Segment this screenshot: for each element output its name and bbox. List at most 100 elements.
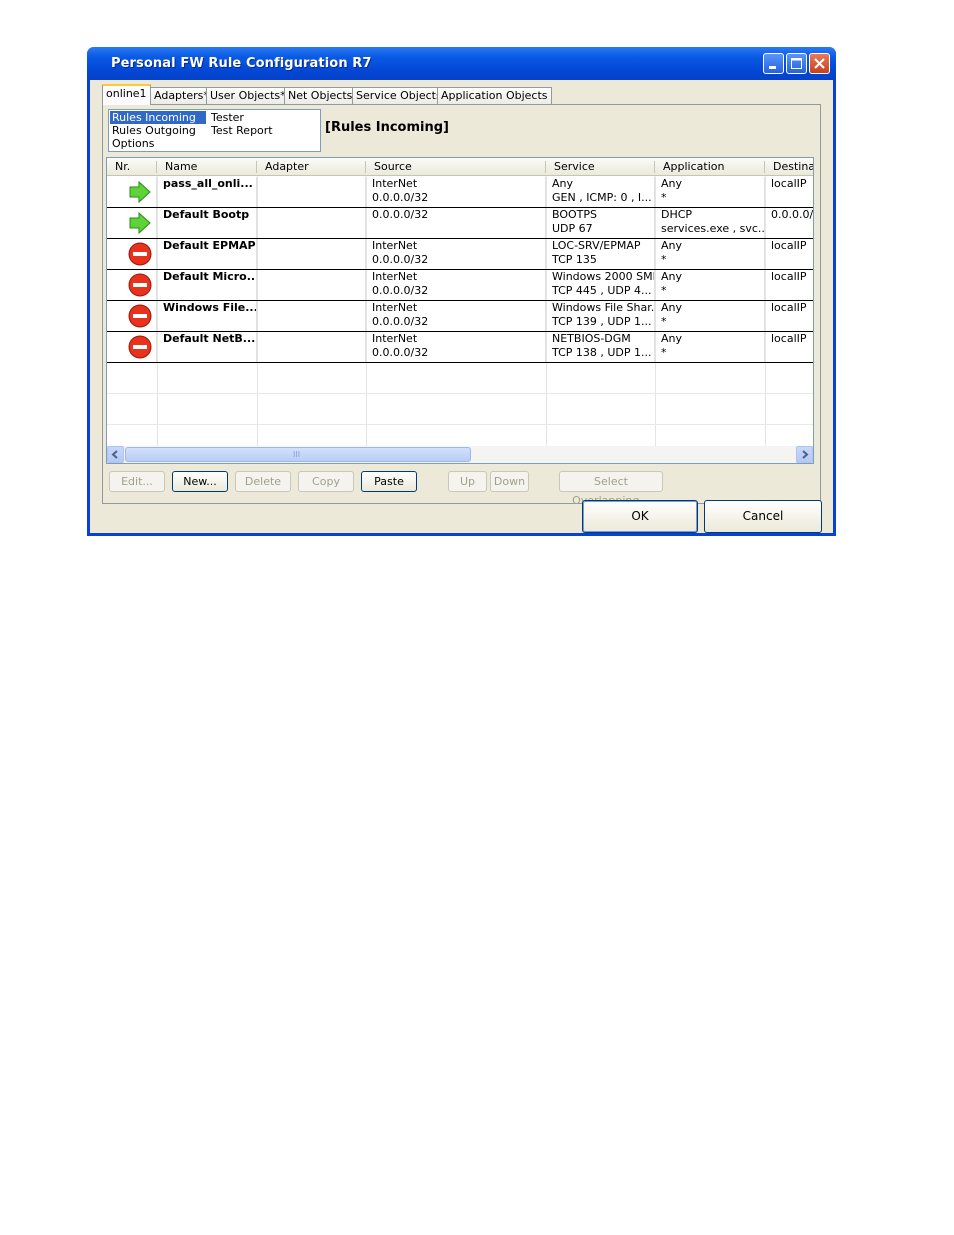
- application-cell: Any *: [655, 301, 765, 331]
- service-cell: Windows File Shar... TCP 139 , UDP 1...: [546, 301, 655, 331]
- destination-cell: localIP: [765, 239, 813, 269]
- name-cell: pass_all_onli...: [157, 177, 257, 207]
- service-cell: Any GEN , ICMP: 0 , I...: [546, 177, 655, 207]
- table-row[interactable]: Default Micro... InterNet 0.0.0.0/32 Wind…: [107, 270, 813, 301]
- tab-application-objects[interactable]: Application Objects: [437, 87, 552, 104]
- service-cell: LOC-SRV/EPMAP TCP 135: [546, 239, 655, 269]
- application-cell: Any *: [655, 177, 765, 207]
- table-row[interactable]: Windows File... InterNet 0.0.0.0/32 Windo…: [107, 301, 813, 332]
- allow-arrow-icon: [129, 180, 151, 204]
- col-header-service[interactable]: Service: [546, 158, 655, 176]
- chevron-right-icon: [802, 450, 809, 459]
- tab-service-objects[interactable]: Service Objects: [352, 87, 446, 104]
- table-row[interactable]: pass_all_onli... InterNet 0.0.0.0/32 Any G…: [107, 177, 813, 208]
- tab-user-objects[interactable]: User Objects*: [206, 87, 290, 104]
- title-bar[interactable]: Personal FW Rule Configuration R7: [87, 47, 836, 80]
- scroll-left-button[interactable]: [107, 446, 124, 463]
- block-icon: [128, 304, 152, 328]
- destination-cell: 0.0.0.0/3: [765, 208, 813, 238]
- copy-button[interactable]: Copy: [298, 471, 354, 492]
- view-rules-outgoing[interactable]: Rules Outgoing: [110, 124, 198, 137]
- table-row[interactable]: Default NetB... InterNet 0.0.0.0/32 NETBI…: [107, 332, 813, 363]
- application-cell: Any *: [655, 270, 765, 300]
- name-cell: Default Bootp: [157, 208, 257, 238]
- empty-row: [107, 394, 813, 425]
- source-cell: InterNet 0.0.0.0/32: [366, 239, 546, 269]
- allow-arrow-icon: [129, 211, 151, 235]
- minimize-icon: [769, 66, 776, 69]
- rules-grid[interactable]: Nr. Name Adapter Source Service Applicat…: [106, 157, 814, 464]
- ok-button[interactable]: OK: [582, 500, 698, 533]
- new-button[interactable]: New...: [172, 471, 228, 492]
- adapter-cell: [257, 208, 366, 238]
- source-cell: InterNet 0.0.0.0/32: [366, 301, 546, 331]
- destination-cell: localIP: [765, 270, 813, 300]
- view-title: [Rules Incoming]: [325, 120, 449, 135]
- nr-cell: [107, 301, 157, 331]
- down-button[interactable]: Down: [490, 471, 529, 492]
- source-cell: InterNet 0.0.0.0/32: [366, 177, 546, 207]
- block-icon: [128, 242, 152, 266]
- scroll-thumb[interactable]: III: [125, 447, 471, 462]
- cancel-button[interactable]: Cancel: [704, 500, 822, 533]
- service-cell: BOOTPS UDP 67: [546, 208, 655, 238]
- col-header-nr[interactable]: Nr.: [107, 158, 157, 176]
- source-cell: 0.0.0.0/32: [366, 208, 546, 238]
- adapter-cell: [257, 239, 366, 269]
- adapter-cell: [257, 177, 366, 207]
- col-header-destination[interactable]: Destinat: [765, 158, 813, 176]
- minimize-button[interactable]: [763, 53, 784, 74]
- view-rules-incoming[interactable]: Rules Incoming: [110, 111, 206, 124]
- table-row[interactable]: Default Bootp 0.0.0.0/32 BOOTPS UDP 67 DH…: [107, 208, 813, 239]
- view-list[interactable]: Rules Incoming Rules Outgoing Options Te…: [108, 109, 321, 152]
- dialog-client: online1 Adapters* User Objects* Net Obje…: [90, 80, 833, 533]
- col-header-application[interactable]: Application: [655, 158, 765, 176]
- col-header-adapter[interactable]: Adapter: [257, 158, 366, 176]
- maximize-button[interactable]: [786, 53, 807, 74]
- nr-cell: [107, 208, 157, 238]
- view-tester[interactable]: Tester: [209, 111, 246, 124]
- name-cell: Default NetB...: [157, 332, 257, 362]
- scroll-grip: III: [293, 450, 301, 459]
- chevron-left-icon: [111, 450, 118, 459]
- name-cell: Windows File...: [157, 301, 257, 331]
- tab-net-objects[interactable]: Net Objects: [284, 87, 357, 104]
- adapter-cell: [257, 301, 366, 331]
- close-button[interactable]: [809, 53, 830, 74]
- nr-cell: [107, 239, 157, 269]
- application-cell: Any *: [655, 239, 765, 269]
- destination-cell: localIP: [765, 332, 813, 362]
- adapter-cell: [257, 332, 366, 362]
- destination-cell: localIP: [765, 301, 813, 331]
- tab-panel: Rules Incoming Rules Outgoing Options Te…: [102, 104, 821, 507]
- source-cell: InterNet 0.0.0.0/32: [366, 270, 546, 300]
- paste-button[interactable]: Paste: [361, 471, 417, 492]
- table-row[interactable]: Default EPMAP InterNet 0.0.0.0/32 LOC-SRV…: [107, 239, 813, 270]
- block-icon: [128, 273, 152, 297]
- name-cell: Default Micro...: [157, 270, 257, 300]
- scroll-right-button[interactable]: [796, 446, 813, 463]
- tab-adapters[interactable]: Adapters*: [150, 87, 213, 104]
- delete-button[interactable]: Delete: [235, 471, 291, 492]
- application-cell: Any *: [655, 332, 765, 362]
- rule-config-window: Personal FW Rule Configuration R7 online…: [87, 47, 836, 536]
- up-button[interactable]: Up: [448, 471, 487, 492]
- tab-online1[interactable]: online1: [102, 84, 151, 105]
- destination-cell: localIP: [765, 177, 813, 207]
- nr-cell: [107, 332, 157, 362]
- col-header-name[interactable]: Name: [157, 158, 257, 176]
- select-overlapping-button[interactable]: Select Overlapping...: [559, 471, 663, 507]
- maximize-icon: [791, 58, 802, 69]
- application-cell: DHCP services.exe , svc...: [655, 208, 765, 238]
- view-test-report[interactable]: Test Report: [209, 124, 275, 137]
- service-cell: Windows 2000 SMB TCP 445 , UDP 4...: [546, 270, 655, 300]
- edit-button[interactable]: Edit...: [109, 471, 165, 492]
- nr-cell: [107, 177, 157, 207]
- block-icon: [128, 335, 152, 359]
- col-header-source[interactable]: Source: [366, 158, 546, 176]
- view-options[interactable]: Options: [110, 137, 156, 150]
- window-title: Personal FW Rule Configuration R7: [111, 56, 372, 71]
- service-cell: NETBIOS-DGM TCP 138 , UDP 1...: [546, 332, 655, 362]
- horizontal-scrollbar[interactable]: III: [107, 446, 813, 463]
- name-cell: Default EPMAP: [157, 239, 257, 269]
